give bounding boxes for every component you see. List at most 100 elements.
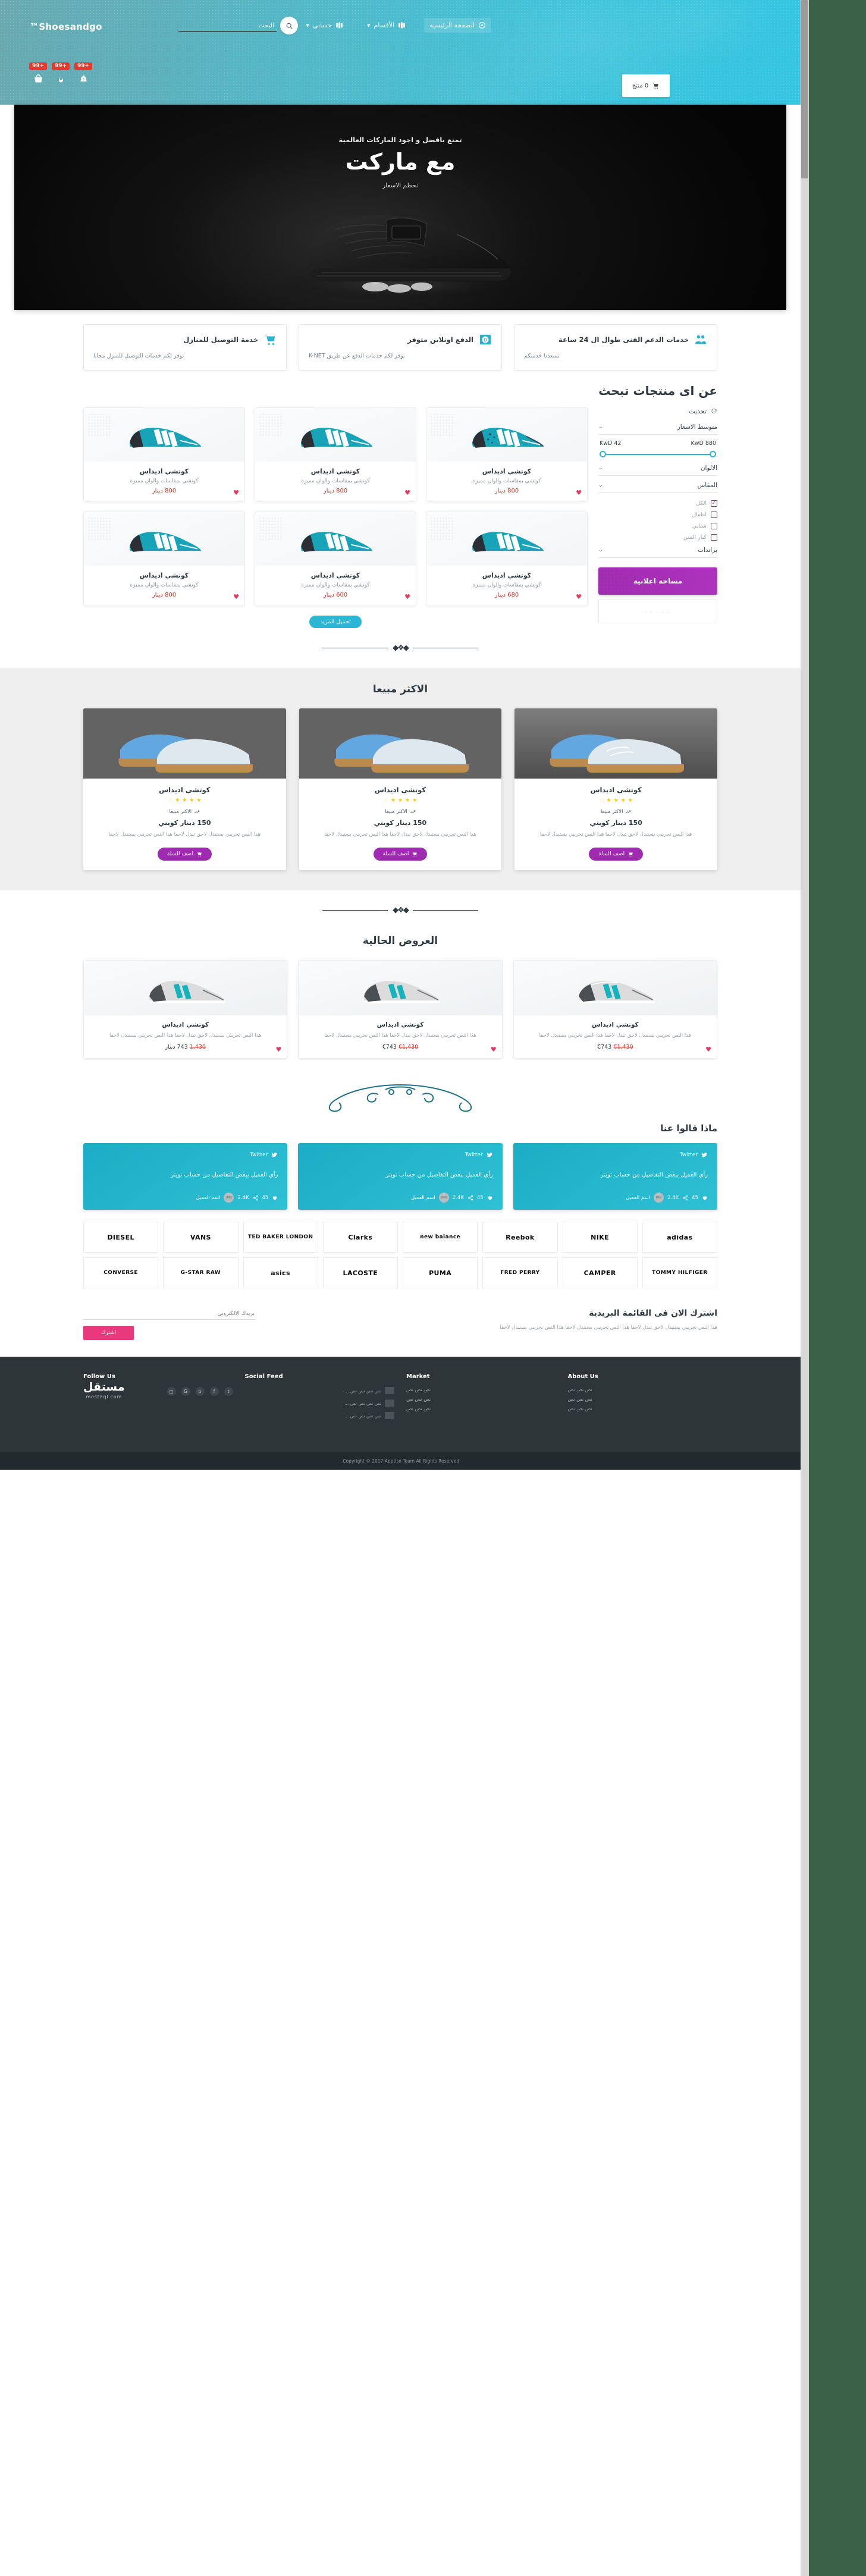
brand-logo[interactable]: Shoesandgo™: [30, 21, 102, 32]
search-input[interactable]: [178, 20, 277, 32]
favorite-heart-icon[interactable]: ♥: [233, 489, 239, 497]
notifications-chip[interactable]: +99: [74, 62, 93, 85]
bestseller-tag: الاكثر مبيعا: [93, 809, 277, 815]
favorite-heart-icon[interactable]: ♥: [491, 1046, 497, 1053]
feed-item[interactable]: نص نص نص نص ...: [245, 1387, 394, 1395]
brand-logo-fred-perry[interactable]: FRED PERRY: [482, 1257, 558, 1289]
feature-box-support[interactable]: خدمات الدعم الفنى طوال ال 24 ساعة تسعدنا…: [514, 324, 717, 371]
favorite-heart-icon[interactable]: ♥: [233, 593, 239, 601]
footer-link[interactable]: نص نص نص: [406, 1397, 556, 1402]
brand-logo-converse[interactable]: CONVERSE: [83, 1257, 159, 1289]
slider-knob-max[interactable]: [710, 451, 716, 457]
size-option-all[interactable]: ✓ الكل: [598, 500, 717, 507]
checkbox[interactable]: ✓: [711, 500, 717, 507]
checkbox[interactable]: [711, 512, 717, 518]
brand-logo-ted-baker[interactable]: TED BAKER LONDON: [243, 1222, 318, 1253]
footer-link[interactable]: نص نص نص: [568, 1387, 718, 1392]
search-button[interactable]: [280, 17, 298, 34]
brand-logo-camper[interactable]: CAMPER: [562, 1257, 638, 1289]
bestseller-card[interactable]: كوتشى اديداس ★ ★ ★ ★ ☆ الاكثر مبيعا 150 …: [514, 708, 717, 870]
footer-link[interactable]: نص نص نص: [568, 1406, 718, 1411]
brand-logo-clarks[interactable]: Clarks: [322, 1222, 398, 1253]
brand-logo-g-star-raw[interactable]: G-STAR RAW: [163, 1257, 239, 1289]
instagram-icon[interactable]: ◻: [167, 1387, 176, 1397]
footer-link[interactable]: نص نص نص: [568, 1397, 718, 1402]
offer-card[interactable]: كوتشي اديداس هذا النص تجريبي يستبدل لاحق…: [83, 959, 288, 1059]
filter-size-header[interactable]: المقاس ⌄: [598, 482, 717, 493]
offer-new-price: €743: [597, 1044, 612, 1051]
footer-link[interactable]: نص نص نص: [406, 1406, 556, 1411]
cart-button[interactable]: 0 منتج: [622, 74, 670, 97]
favorite-heart-icon[interactable]: ♥: [705, 1046, 711, 1053]
nav-item-home[interactable]: الصفحة الرئيسية: [424, 18, 491, 33]
checkbox[interactable]: [711, 523, 717, 529]
size-option-youth[interactable]: شبابي: [598, 523, 717, 529]
price-range-slider[interactable]: [600, 450, 716, 459]
offer-card[interactable]: كوتشي اديداس هذا النص تجريبي يستبدل لاحق…: [513, 959, 717, 1059]
google-plus-icon[interactable]: G: [181, 1387, 190, 1397]
testimonial-card[interactable]: Twitter رأي العميل ببعض التفاصيل من حساب…: [513, 1143, 717, 1210]
filter-price-header[interactable]: متوسط الاسعار ⌄: [598, 423, 717, 435]
testimonial-likes: 45: [476, 1194, 484, 1201]
refresh-icon: [711, 408, 717, 414]
filter-colors-header[interactable]: الالوان ⌄: [598, 465, 717, 476]
brand-row: TOMMY HILFIGER CAMPER FRED PERRY PUMA LA…: [83, 1257, 717, 1289]
product-card[interactable]: كوتشي اديداس كوتشي بمقاسات والوان مميزة …: [83, 407, 245, 502]
size-option-kids[interactable]: اطفال: [598, 512, 717, 518]
product-card[interactable]: كوتشي اديداس كوتشي بمقاسات والوان مميزة …: [426, 512, 588, 606]
product-card[interactable]: كوتشي اديداس كوتشي بمقاسات والوان مميزة …: [426, 407, 588, 502]
cart-icon: [196, 851, 202, 856]
brand-logo-reebok[interactable]: Reebok: [482, 1222, 558, 1253]
testimonial-card[interactable]: Twitter رأي العميل ببعض التفاصيل من حساب…: [298, 1143, 503, 1210]
basket-chip[interactable]: +99: [29, 62, 48, 85]
brand-logo-vans[interactable]: VANS: [163, 1222, 239, 1253]
checkbox[interactable]: [711, 534, 717, 541]
favorite-heart-icon[interactable]: ♥: [404, 489, 410, 497]
feed-item[interactable]: نص نص نص نص ...: [245, 1412, 394, 1420]
brand-logo-lacoste[interactable]: LACOSTE: [322, 1257, 398, 1289]
facebook-icon[interactable]: f: [209, 1387, 219, 1397]
nav-item-account[interactable]: حسابي ▼: [301, 18, 349, 33]
feed-item[interactable]: نص نص نص نص ...: [245, 1400, 394, 1407]
brand-logo-new-balance[interactable]: new balance: [403, 1222, 478, 1253]
page-scrollbar[interactable]: [801, 0, 809, 2576]
feature-box-payment[interactable]: 0 الدفع اونلاين متوفر نوفر لكم خدمات الد…: [299, 324, 502, 371]
brand-logo-puma[interactable]: PUMA: [403, 1257, 478, 1289]
favorite-heart-icon[interactable]: ♥: [404, 593, 410, 601]
nav-item-categories[interactable]: الأقسام ▼: [362, 18, 411, 33]
add-to-cart-button[interactable]: اضف للسلة: [589, 847, 644, 861]
twitter-icon[interactable]: t: [224, 1387, 233, 1397]
feature-box-delivery[interactable]: خدمة التوصيل للمنازل نوفر لكم خدمات التو…: [83, 324, 287, 371]
feed-text: نص نص نص نص ...: [344, 1413, 381, 1419]
footer-link[interactable]: نص نص نص: [406, 1387, 556, 1392]
filter-refresh[interactable]: تحديث: [598, 407, 717, 415]
bestseller-card[interactable]: كوتشى اديداس ★ ★ ★ ★ ☆ الاكثر مبيعا 150 …: [299, 708, 502, 870]
add-to-cart-button[interactable]: اضف للسلة: [373, 847, 428, 861]
product-card[interactable]: كوتشي اديداس كوتشي بمقاسات والوان مميزة …: [255, 407, 416, 502]
scrollbar-thumb[interactable]: [801, 0, 808, 178]
brand-logo-adidas[interactable]: adidas: [642, 1222, 717, 1253]
load-more-button[interactable]: تحميل المزيد: [309, 616, 362, 628]
brand-logo-tommy-hilfiger[interactable]: TOMMY HILFIGER: [642, 1257, 717, 1289]
favorite-heart-icon[interactable]: ♥: [576, 593, 582, 601]
favorite-heart-icon[interactable]: ♥: [275, 1046, 281, 1053]
brand-logo-asics[interactable]: asics: [243, 1257, 318, 1289]
product-card[interactable]: كوتشي اديداس كوتشي بمقاسات والوان مميزة …: [83, 512, 245, 606]
brand-logo-diesel[interactable]: DIESEL: [83, 1222, 159, 1253]
bestseller-card[interactable]: كوتشى اديداس ★ ★ ★ ★ ☆ الاكثر مبيعا 150 …: [83, 708, 286, 870]
add-to-cart-button[interactable]: اضف للسلة: [157, 847, 212, 861]
size-option-seniors[interactable]: كبار السن: [598, 534, 717, 541]
brand-logo-nike[interactable]: NIKE: [562, 1222, 638, 1253]
offer-card[interactable]: كوتشي اديداس هذا النص تجريبي يستبدل لاحق…: [298, 959, 503, 1059]
testimonial-card[interactable]: Twitter رأي العميل ببعض التفاصيل من حساب…: [83, 1143, 288, 1210]
pinterest-icon[interactable]: p: [195, 1387, 205, 1397]
hot-deals-chip[interactable]: +99: [51, 62, 70, 85]
slider-knob-min[interactable]: [600, 451, 606, 457]
favorite-heart-icon[interactable]: ♥: [576, 489, 582, 497]
hero-banner[interactable]: تمتع بافضل و اجود الماركات العالمية مع م…: [14, 105, 786, 310]
newsletter-email-input[interactable]: [83, 1309, 256, 1320]
newsletter-subscribe-button[interactable]: اشترك: [83, 1326, 134, 1341]
filter-brands-header[interactable]: براندات ⌄: [598, 547, 717, 558]
ad-banner[interactable]: مساحة اعلانية: [598, 567, 717, 595]
product-card[interactable]: كوتشي اديداس كوتشي بمقاسات والوان مميزة …: [255, 512, 416, 606]
